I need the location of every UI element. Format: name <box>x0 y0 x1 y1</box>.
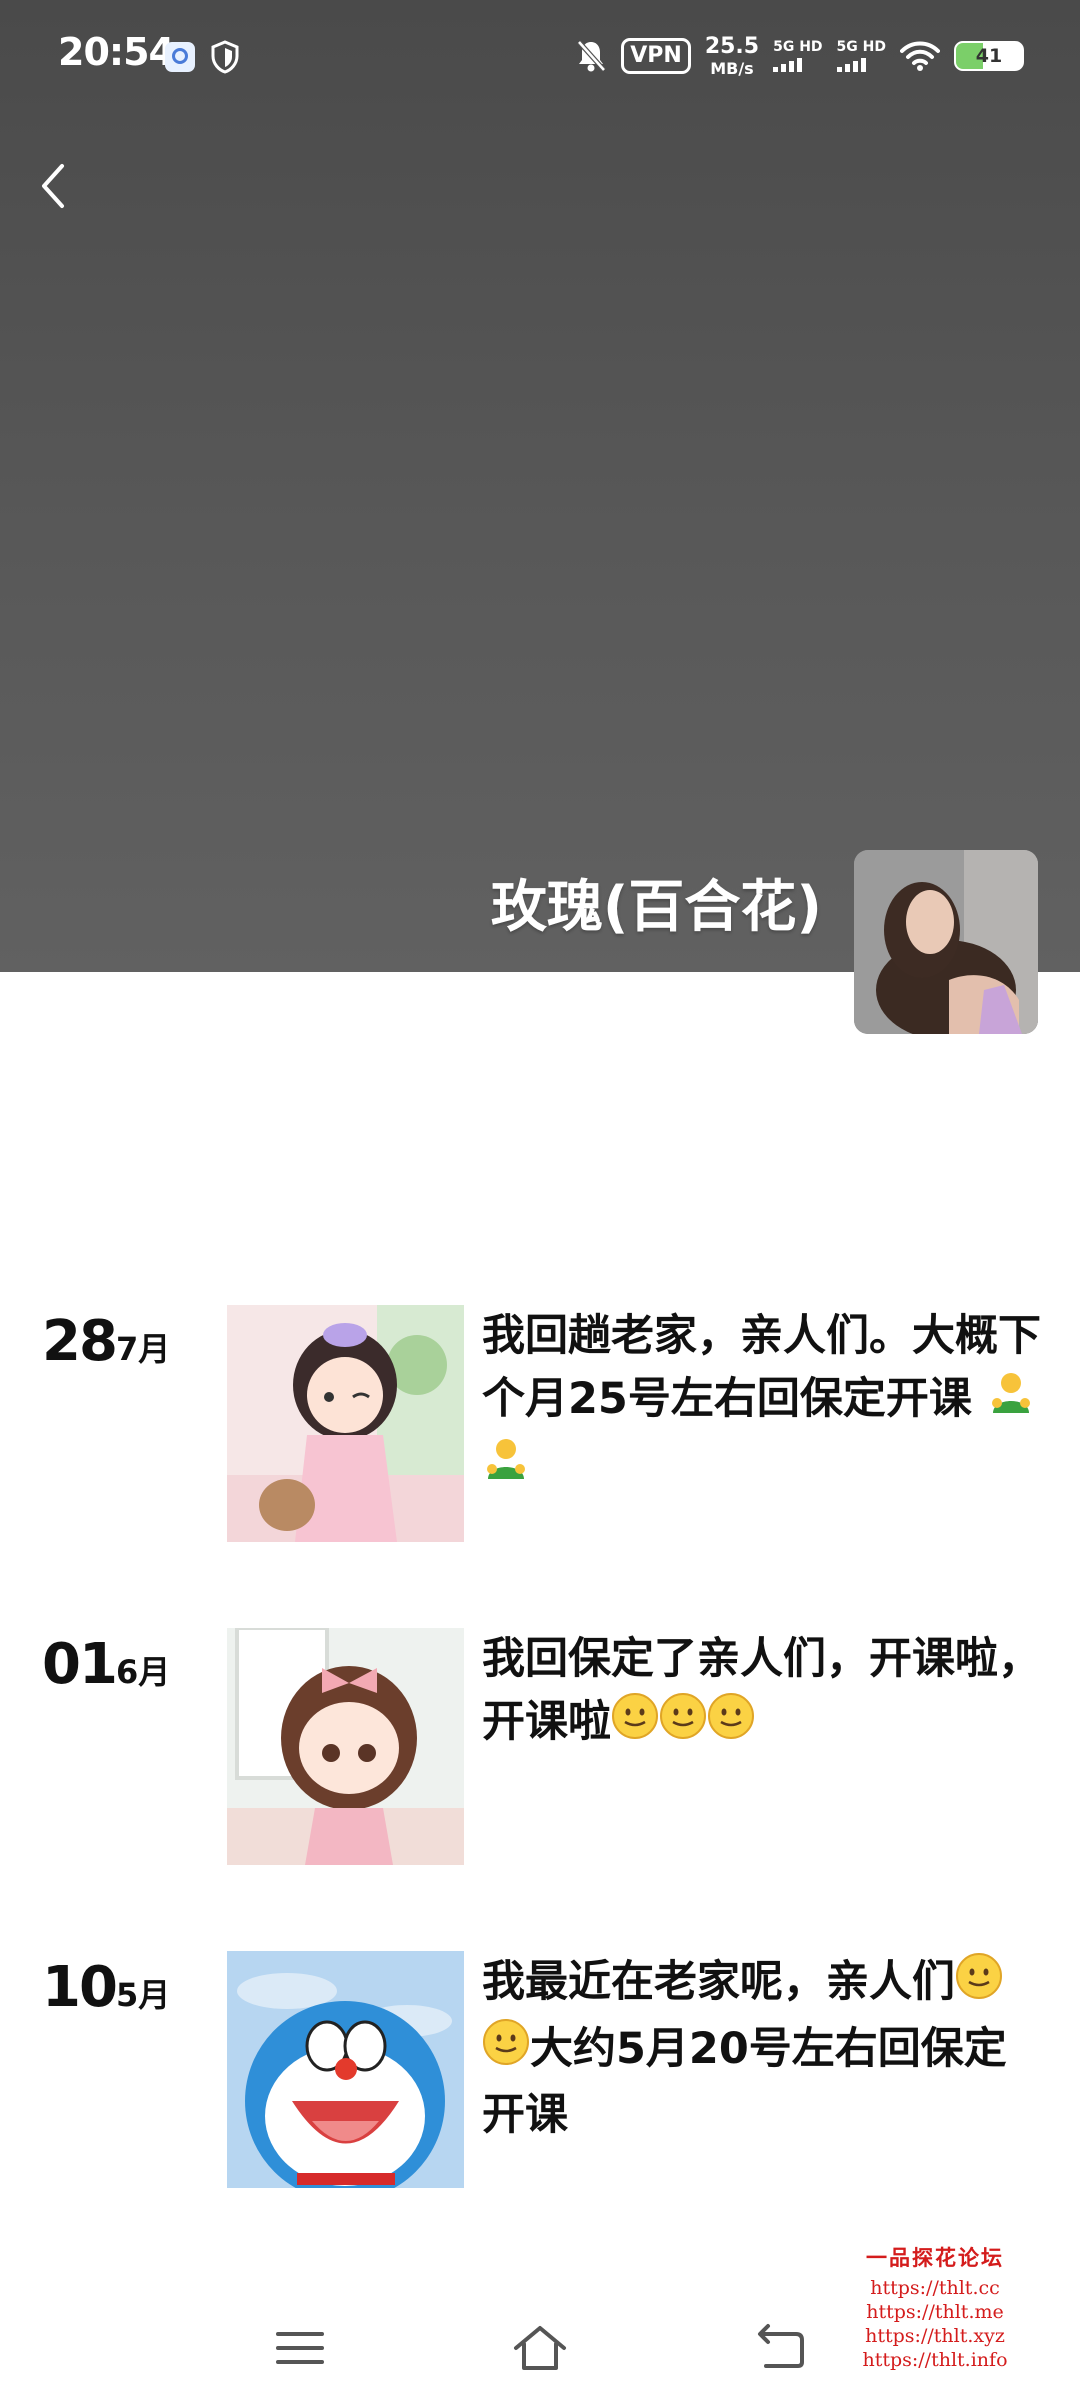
back-nav-icon[interactable] <box>750 2318 810 2378</box>
network-speed: 25.5 MB/s <box>704 33 760 78</box>
post-image[interactable] <box>227 1628 464 1865</box>
profile-name: 玫瑰(百合花) <box>490 875 822 940</box>
profile-avatar[interactable] <box>854 850 1038 1034</box>
signal-bars-icon <box>773 58 803 72</box>
shield-icon <box>211 40 239 74</box>
smile-emoji-icon <box>955 1952 1003 2018</box>
smile-emoji-icon <box>611 1692 659 1758</box>
cartoon-girl-image <box>227 1305 464 1542</box>
post-month: 7月 <box>115 1330 171 1368</box>
sim1-label: 5G HD <box>773 39 823 55</box>
post-day: 01 <box>42 1632 118 1697</box>
signal-bars-icon <box>836 58 866 72</box>
hugging-person-icon <box>987 1369 1035 1435</box>
post-text: 我最近在老家呢，亲人们 大约5月20号左右回保定开课 <box>482 1951 1042 2147</box>
profile-cover[interactable] <box>0 0 1080 972</box>
post-text: 我回趟老家，亲人们。大概下个月25号左右回保定开课 <box>482 1305 1042 1501</box>
post-text-content-b: 大约5月20号左右回保定开课 <box>482 2023 1007 2141</box>
post-month: 6月 <box>115 1653 171 1691</box>
sim1-signal: 5G HD <box>773 39 823 72</box>
post-text-content: 我回趟老家，亲人们。大概下个月25号左右回保定开课 <box>482 1311 1041 1424</box>
network-speed-value: 25.5 <box>704 33 760 59</box>
post-image[interactable] <box>227 1305 464 1542</box>
post-date: 287月 <box>42 1309 170 1374</box>
wifi-icon <box>900 41 940 71</box>
mute-icon <box>577 40 607 72</box>
avatar-photo <box>854 850 1038 1034</box>
system-navigation-bar <box>0 2290 1080 2400</box>
sim2-signal: 5G HD <box>836 39 886 72</box>
menu-icon[interactable] <box>270 2318 330 2378</box>
battery-indicator: 41 <box>954 41 1024 71</box>
post-month: 5月 <box>115 1976 171 2014</box>
watermark-title: 一品探花论坛 <box>866 2245 1004 2270</box>
hugging-person-icon <box>482 1435 530 1501</box>
post-day: 28 <box>42 1309 118 1374</box>
post-image[interactable] <box>227 1951 464 2188</box>
timeline-post[interactable]: 105月 我最近在老家呢，亲人们 大约5月20号左右回保定开课 <box>0 1951 1080 2191</box>
smile-emoji-icon <box>707 1692 755 1758</box>
status-bar: 20:54 VPN 25.5 MB/s 5G HD 5G HD 41 <box>0 0 1080 112</box>
post-text-content: 我回保定了亲人们，开课啦，开课啦 <box>482 1634 1041 1747</box>
cartoon-girl-bow-image <box>227 1628 464 1865</box>
post-date: 105月 <box>42 1955 170 2020</box>
doraemon-image <box>227 1951 464 2188</box>
app-notification-icon <box>165 42 195 72</box>
sim2-label: 5G HD <box>836 39 886 55</box>
smile-emoji-icon <box>482 2018 530 2084</box>
battery-level: 41 <box>975 45 1003 67</box>
back-arrow-icon[interactable] <box>32 156 76 216</box>
timeline-post[interactable]: 287月 我回趟老家，亲人们。大概下个月25号左右回保定开课 <box>0 1305 1080 1545</box>
network-speed-unit: MB/s <box>710 58 754 78</box>
home-icon[interactable] <box>510 2318 570 2378</box>
post-day: 10 <box>42 1955 118 2020</box>
timeline-post[interactable]: 016月 我回保定了亲人们，开课啦，开课啦 <box>0 1628 1080 1868</box>
post-text-content-a: 我最近在老家呢，亲人们 <box>482 1957 955 2007</box>
status-time: 20:54 <box>58 30 175 74</box>
smile-emoji-icon <box>659 1692 707 1758</box>
post-date: 016月 <box>42 1632 170 1697</box>
vpn-badge: VPN <box>621 38 691 74</box>
post-text: 我回保定了亲人们，开课啦，开课啦 <box>482 1628 1042 1758</box>
